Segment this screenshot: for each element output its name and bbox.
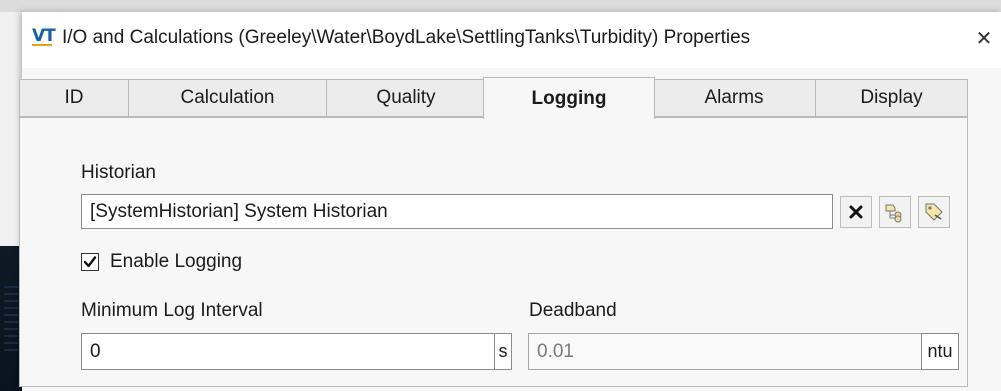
min-log-interval-unit: s: [494, 333, 512, 370]
close-icon[interactable]: ✕: [973, 26, 995, 50]
tab-quality[interactable]: Quality: [326, 79, 486, 117]
tab-calculation[interactable]: Calculation: [128, 79, 327, 117]
vtscada-app-icon: VT: [32, 26, 56, 46]
tab-logging[interactable]: Logging: [483, 77, 655, 119]
deadband-unit: ntu: [921, 333, 959, 370]
historian-label: Historian: [81, 162, 156, 183]
deadband-label: Deadband: [529, 300, 617, 321]
tag-browser-icon[interactable]: [879, 196, 911, 228]
window-title: I/O and Calculations (Greeley\Water\Boyd…: [62, 27, 751, 48]
title-bar[interactable]: VT I/O and Calculations (Greeley\Water\B…: [22, 12, 1001, 68]
tab-alarms[interactable]: Alarms: [652, 79, 816, 117]
tab-id[interactable]: ID: [19, 79, 129, 117]
clear-icon[interactable]: [840, 196, 872, 228]
background-window-strip: [0, 0, 1001, 12]
historian-field[interactable]: [SystemHistorian] System Historian: [81, 194, 833, 229]
deadband-input[interactable]: 0.01: [528, 333, 922, 370]
min-log-interval-input[interactable]: 0: [81, 333, 495, 370]
tag-properties-icon[interactable]: [918, 196, 950, 228]
enable-logging-checkbox[interactable]: [81, 253, 99, 271]
tab-display[interactable]: Display: [815, 79, 968, 117]
enable-logging-label[interactable]: Enable Logging: [110, 251, 242, 273]
min-log-interval-label: Minimum Log Interval: [81, 300, 263, 321]
